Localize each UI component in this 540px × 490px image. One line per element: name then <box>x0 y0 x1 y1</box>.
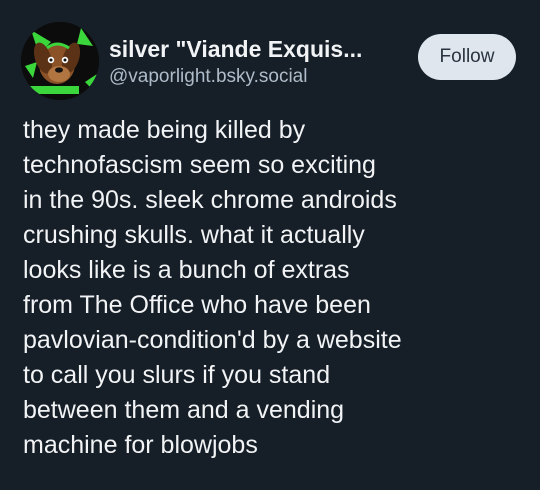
author-handle[interactable]: @vaporlight.bsky.social <box>109 65 419 89</box>
post-text-line: in the 90s. sleek chrome androids <box>23 186 397 214</box>
display-name[interactable]: silver "Viande Exquis... <box>109 35 419 63</box>
post-text-line: looks like is a bunch of extras <box>23 256 350 284</box>
post-text-line: between them and a vending <box>23 396 345 424</box>
follow-button[interactable]: Follow <box>418 34 516 80</box>
post-text-line: machine for blowjobs <box>23 431 258 459</box>
post-header: silver "Viande Exquis... @vaporlight.bsk… <box>21 22 520 100</box>
post-text: they made being killed by technofascism … <box>23 113 523 463</box>
avatar[interactable] <box>21 22 99 100</box>
cartoon-dog-avatar-icon <box>21 22 99 100</box>
post-text-line: crushing skulls. what it actually <box>23 221 365 249</box>
post-card: silver "Viande Exquis... @vaporlight.bsk… <box>0 0 540 490</box>
post-text-line: technofascism seem so exciting <box>23 151 376 179</box>
post-text-line: from The Office who have been <box>23 291 371 319</box>
author-names: silver "Viande Exquis... @vaporlight.bsk… <box>109 35 419 89</box>
post-text-line: they made being killed by <box>23 116 306 144</box>
post-text-line: pavlovian-condition'd by a website <box>23 326 402 354</box>
post-text-line: to call you slurs if you stand <box>23 361 331 389</box>
